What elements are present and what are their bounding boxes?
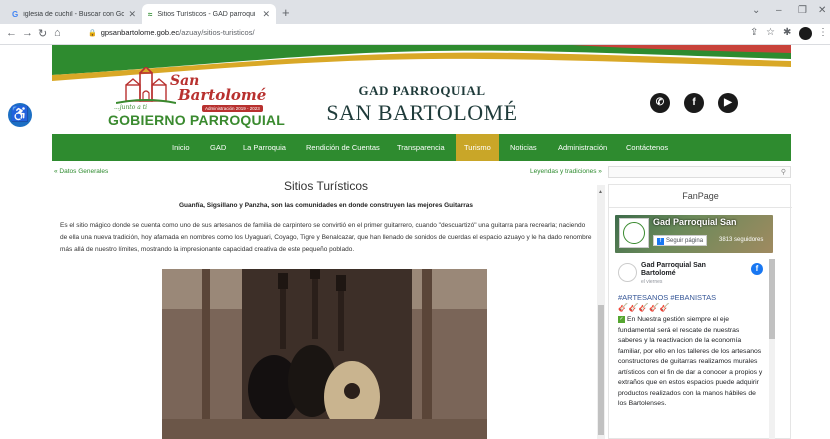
fb-followers-count: 3813 seguidores	[719, 237, 764, 243]
site-container: San Bartolomé ...junto a ti Administraci…	[52, 45, 792, 439]
main-nav: Inicio GAD La Parroquia Rendición de Cue…	[52, 134, 791, 161]
facebook-icon: f	[657, 238, 664, 245]
fanpage-title: FanPage	[682, 191, 719, 201]
menu-icon[interactable]: ⋮	[818, 27, 828, 38]
scrollbar-thumb[interactable]	[598, 305, 604, 435]
url-path: /azuay/sitios-turisticos/	[179, 28, 255, 37]
url-domain: gpsanbartolome.gob.ec	[100, 28, 180, 37]
nav-rendicion-de-cuentas[interactable]: Rendición de Cuentas	[306, 134, 380, 161]
page-subtitle: Guanfía, Sigsillano y Panzha, son las co…	[178, 202, 474, 209]
lock-icon: 🔒	[88, 30, 97, 37]
body-paragraph: Es el sitio mágico donde se cuenta como …	[60, 222, 592, 253]
restore-icon[interactable]: ❐	[798, 5, 807, 16]
fb-post: Gad Parroquial San Bartolomé el viernes …	[617, 259, 767, 439]
logo-tagline: ...junto a ti	[114, 104, 148, 111]
logo-gob-text: GOBIERNO PARROQUIAL	[108, 112, 285, 128]
nav-gad[interactable]: GAD	[210, 134, 226, 161]
facebook-icon[interactable]: f	[684, 93, 704, 113]
check-mark-icon: ✓	[618, 315, 625, 323]
profile-avatar[interactable]	[799, 27, 812, 40]
forward-icon[interactable]: →	[22, 27, 33, 39]
nav-noticias[interactable]: Noticias	[510, 134, 537, 161]
site-title: GAD PARROQUIAL SAN BARTOLOMÉ	[322, 83, 522, 126]
back-icon[interactable]: ←	[6, 27, 17, 39]
search-icon[interactable]: ⚲	[781, 168, 786, 176]
main-content: Sitios Turísticos Guanfía, Sigsillano y …	[60, 177, 592, 439]
browser-tab-sitios[interactable]: ≈ Sitios Turísticos - GAD parroqui ✕	[142, 4, 276, 24]
sidebar: ⚲ ▲ FanPage Gad Parroquial San f Seguir p…	[597, 166, 792, 439]
scrollbar-thumb[interactable]	[769, 259, 775, 339]
fb-page-avatar	[619, 218, 649, 248]
fb-feed-scrollbar[interactable]	[769, 259, 775, 439]
google-favicon-icon: G	[12, 9, 19, 19]
url-field[interactable]: 🔒 gpsanbartolome.gob.ec/azuay/sitios-turi…	[88, 28, 255, 37]
logo-admin-badge: Administración 2019 - 2023	[202, 105, 263, 112]
content-scrollbar[interactable]: ▲	[597, 185, 605, 439]
facebook-icon[interactable]: f	[751, 263, 763, 275]
fb-post-emojis: 🎸🎸🎸🎸🎸	[618, 303, 671, 312]
fb-follow-button[interactable]: f Seguir página	[653, 235, 708, 246]
site-header: San Bartolomé ...junto a ti Administraci…	[52, 45, 791, 134]
nav-administracion[interactable]: Administración	[558, 134, 607, 161]
logo-script-bottom: Bartolomé	[178, 86, 267, 104]
tab-title: Sitios Turísticos - GAD parroqui	[157, 10, 256, 18]
search-input[interactable]: ⚲	[608, 166, 791, 178]
church-logo-icon	[116, 67, 176, 104]
page-viewport: ♿ San Bartolomé ...junto a ti Administra…	[0, 45, 830, 439]
tab-close-icon[interactable]: ✕	[128, 9, 136, 20]
tab-title: iglesia de cuchil - Buscar con Go	[23, 10, 125, 18]
nav-turismo[interactable]: Turismo	[456, 134, 499, 161]
tab-close-icon[interactable]: ✕	[262, 9, 270, 20]
nav-inicio[interactable]: Inicio	[172, 134, 190, 161]
browser-tab-bar: G iglesia de cuchil - Buscar con Go ✕ ≈ …	[0, 0, 830, 24]
scroll-up-icon[interactable]: ▲	[598, 189, 603, 195]
fb-post-text: ✓ En Nuestra gestión siempre el eje funda…	[618, 315, 764, 410]
site-title-line1: GAD PARROQUIAL	[358, 83, 486, 98]
new-tab-icon[interactable]: +	[282, 6, 290, 20]
address-bar: ← → ↻ ⌂ 🔒 gpsanbartolome.gob.ec/azuay/sit…	[0, 24, 830, 45]
nav-transparencia[interactable]: Transparencia	[397, 134, 445, 161]
fb-page-name[interactable]: Gad Parroquial San	[653, 217, 737, 227]
fb-post-author[interactable]: Gad Parroquial San Bartolomé	[641, 262, 741, 278]
fanpage-panel: ▲ FanPage Gad Parroquial San f Seguir pág…	[597, 184, 792, 439]
reload-icon[interactable]: ↻	[38, 27, 47, 40]
prev-post-link[interactable]: « Datos Generales	[54, 168, 108, 175]
guitars-photo	[162, 269, 487, 439]
site-logo[interactable]: San Bartolomé ...junto a ti Administraci…	[104, 67, 300, 129]
tab-search-icon[interactable]: ⌄	[752, 5, 760, 16]
fb-post-body: En Nuestra gestión siempre el eje fundam…	[618, 316, 763, 407]
page-title: Sitios Turísticos	[283, 179, 369, 193]
share-icon[interactable]: ⇪	[750, 27, 758, 38]
divider	[609, 207, 792, 208]
site-favicon-icon: ≈	[148, 9, 153, 19]
fb-post-time[interactable]: el viernes	[641, 279, 662, 285]
nav-la-parroquia[interactable]: La Parroquia	[243, 134, 286, 161]
avatar[interactable]	[618, 263, 637, 282]
minimize-icon[interactable]: –	[776, 5, 782, 16]
browser-tab-google[interactable]: G iglesia de cuchil - Buscar con Go ✕	[6, 4, 142, 24]
extensions-icon[interactable]: ✱	[783, 27, 791, 38]
fb-page-cover[interactable]: Gad Parroquial San f Seguir página 3813 s…	[615, 215, 773, 253]
nav-contactenos[interactable]: Contáctenos	[626, 134, 668, 161]
home-icon[interactable]: ⌂	[54, 27, 61, 39]
next-post-link[interactable]: Leyendas y tradiciones »	[530, 168, 602, 175]
site-title-line2: SAN BARTOLOMÉ	[326, 100, 518, 125]
accessibility-icon[interactable]: ♿	[8, 103, 32, 127]
youtube-icon[interactable]: ▶	[718, 93, 738, 113]
bookmark-star-icon[interactable]: ☆	[766, 27, 775, 38]
close-window-icon[interactable]: ✕	[818, 5, 826, 16]
fb-follow-label: Seguir página	[666, 238, 704, 244]
fb-post-hashtags[interactable]: #ARTESANOS #EBANISTAS	[618, 293, 716, 302]
whatsapp-icon[interactable]: ✆	[650, 93, 670, 113]
